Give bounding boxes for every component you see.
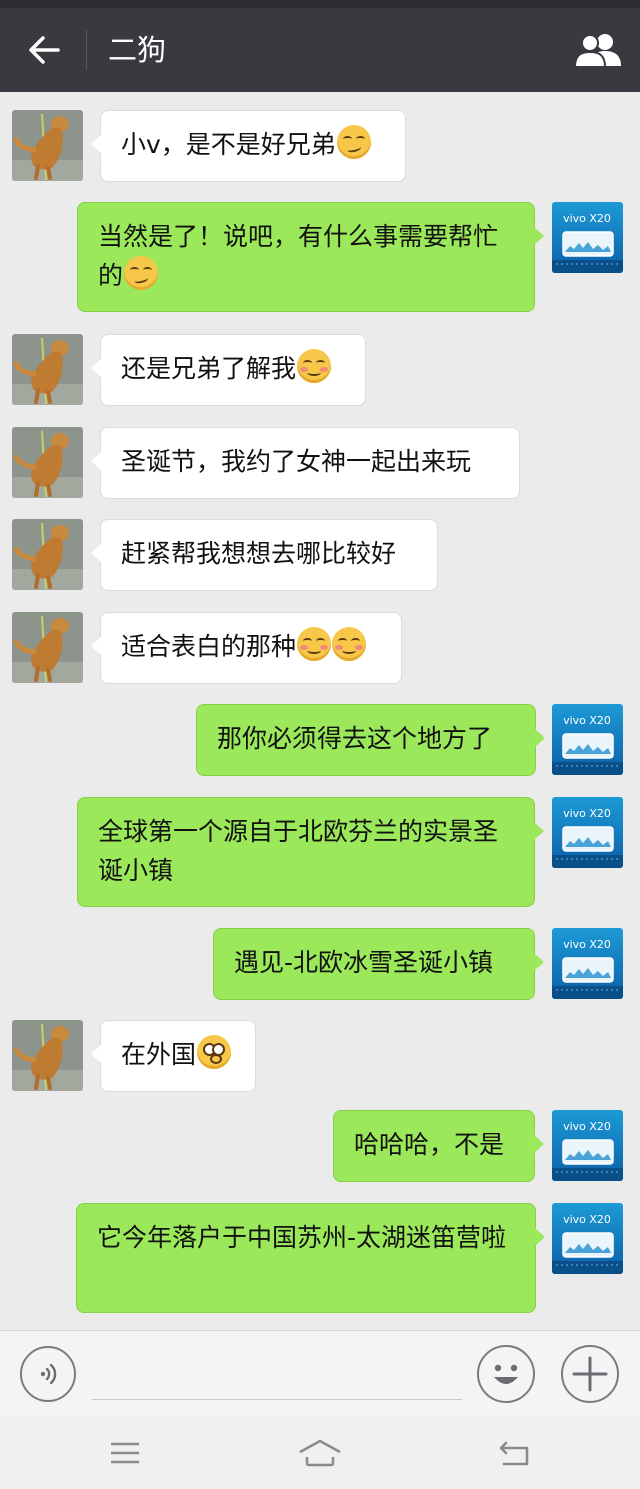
message-text: 适合表白的那种 bbox=[121, 632, 297, 661]
message-bubble[interactable]: 当然是了！说吧，有什么事需要帮忙的 bbox=[77, 202, 544, 312]
self-avatar[interactable]: vivo X20 bbox=[552, 797, 623, 868]
message-row: vivo X20 它今年落户于中国苏州-太湖迷笛营啦 bbox=[0, 1203, 640, 1313]
message-row: vivo X20 那你必须得去这个地方了 bbox=[0, 704, 640, 776]
message-row: 还是兄弟了解我 bbox=[0, 334, 640, 406]
blush-emoji-icon bbox=[332, 627, 367, 661]
chat-info-button[interactable] bbox=[572, 26, 624, 74]
message-row: 小v，是不是好兄弟 bbox=[0, 110, 640, 182]
message-bubble[interactable]: 赶紧帮我想想去哪比较好 bbox=[91, 519, 438, 591]
message-text: 当然是了！说吧，有什么事需要帮忙的 bbox=[98, 222, 499, 290]
message-row: vivo X20 遇见-北欧冰雪圣诞小镇 bbox=[0, 928, 640, 1000]
self-avatar[interactable]: vivo X20 bbox=[552, 1203, 623, 1274]
avatar-brand-text: vivo X20 bbox=[563, 938, 611, 951]
plus-icon bbox=[572, 1356, 608, 1392]
message-list[interactable]: 小v，是不是好兄弟 vivo X20 当然是了！说吧，有什么事需要帮忙的还是兄弟了解… bbox=[0, 92, 640, 1330]
arrow-left-icon bbox=[29, 36, 60, 64]
home-button[interactable] bbox=[290, 1428, 350, 1478]
self-avatar[interactable]: vivo X20 bbox=[552, 704, 623, 775]
emoji-button[interactable] bbox=[477, 1345, 535, 1403]
message-text: 那你必须得去这个地方了 bbox=[217, 724, 493, 753]
message-bubble[interactable]: 在外国 bbox=[91, 1020, 256, 1092]
message-row: vivo X20 全球第一个源自于北欧芬兰的实景圣诞小镇 bbox=[0, 797, 640, 907]
message-text: 遇见-北欧冰雪圣诞小镇 bbox=[234, 948, 494, 977]
message-row: 在外国 bbox=[0, 1020, 640, 1092]
nav-back-button[interactable] bbox=[485, 1428, 545, 1478]
input-underline bbox=[92, 1399, 462, 1400]
message-row: vivo X20 哈哈哈，不是 bbox=[0, 1110, 640, 1182]
people-icon bbox=[573, 34, 621, 68]
message-bubble[interactable]: 小v，是不是好兄弟 bbox=[91, 110, 406, 182]
message-bubble[interactable]: 圣诞节，我约了女神一起出来玩 bbox=[91, 427, 520, 499]
avatar-brand-text: vivo X20 bbox=[563, 212, 611, 225]
message-text: 全球第一个源自于北欧芬兰的实景圣诞小镇 bbox=[98, 817, 499, 885]
self-avatar[interactable]: vivo X20 bbox=[552, 928, 623, 999]
flushed-emoji-icon bbox=[197, 1035, 232, 1069]
blush-emoji-icon bbox=[297, 627, 332, 661]
message-bubble[interactable]: 适合表白的那种 bbox=[91, 612, 402, 684]
chat-title: 二狗 bbox=[108, 33, 167, 67]
smirk-emoji-icon bbox=[336, 125, 371, 159]
blush-emoji-icon bbox=[297, 349, 332, 383]
voice-icon bbox=[40, 1363, 57, 1385]
contact-avatar[interactable] bbox=[12, 1020, 83, 1091]
contact-avatar[interactable] bbox=[12, 612, 83, 683]
message-text: 还是兄弟了解我 bbox=[121, 354, 297, 383]
message-bubble[interactable]: 那你必须得去这个地方了 bbox=[196, 704, 545, 776]
message-text: 赶紧帮我想想去哪比较好 bbox=[121, 539, 397, 568]
self-avatar[interactable]: vivo X20 bbox=[552, 1110, 623, 1181]
message-bubble[interactable]: 哈哈哈，不是 bbox=[333, 1110, 544, 1182]
self-avatar[interactable]: vivo X20 bbox=[552, 202, 623, 273]
header-divider bbox=[86, 30, 87, 70]
message-row: 圣诞节，我约了女神一起出来玩 bbox=[0, 427, 640, 499]
message-row: vivo X20 当然是了！说吧，有什么事需要帮忙的 bbox=[0, 202, 640, 312]
contact-avatar[interactable] bbox=[12, 110, 83, 181]
message-text: 在外国 bbox=[121, 1040, 197, 1069]
avatar-brand-text: vivo X20 bbox=[563, 714, 611, 727]
message-bubble[interactable]: 遇见-北欧冰雪圣诞小镇 bbox=[213, 928, 544, 1000]
voice-button[interactable] bbox=[20, 1346, 76, 1402]
menu-button[interactable] bbox=[95, 1428, 155, 1478]
avatar-brand-text: vivo X20 bbox=[563, 1213, 611, 1226]
avatar-brand-text: vivo X20 bbox=[563, 807, 611, 820]
message-text: 圣诞节，我约了女神一起出来玩 bbox=[121, 447, 472, 476]
smirk-emoji-icon bbox=[124, 256, 159, 290]
message-row: 赶紧帮我想想去哪比较好 bbox=[0, 519, 640, 591]
back-button[interactable] bbox=[22, 28, 66, 72]
back-icon bbox=[499, 1441, 529, 1466]
home-icon bbox=[299, 1439, 341, 1467]
message-text: 哈哈哈，不是 bbox=[354, 1130, 505, 1159]
status-bar bbox=[0, 0, 640, 8]
message-bubble[interactable]: 全球第一个源自于北欧芬兰的实景圣诞小镇 bbox=[77, 797, 544, 907]
emoji-icon bbox=[494, 1364, 518, 1384]
contact-avatar[interactable] bbox=[12, 519, 83, 590]
contact-avatar[interactable] bbox=[12, 427, 83, 498]
message-input[interactable] bbox=[92, 1349, 466, 1399]
message-bubble[interactable]: 它今年落户于中国苏州-太湖迷笛营啦 bbox=[76, 1203, 545, 1313]
message-row: 适合表白的那种 bbox=[0, 612, 640, 684]
contact-avatar[interactable] bbox=[12, 334, 83, 405]
avatar-brand-text: vivo X20 bbox=[563, 1120, 611, 1133]
menu-icon bbox=[111, 1442, 139, 1464]
system-nav-bar bbox=[0, 1416, 640, 1489]
message-bubble[interactable]: 还是兄弟了解我 bbox=[91, 334, 366, 406]
message-text: 小v，是不是好兄弟 bbox=[121, 130, 336, 159]
top-bar: 二狗 bbox=[0, 8, 640, 92]
input-bar bbox=[0, 1330, 640, 1417]
more-button[interactable] bbox=[561, 1345, 619, 1403]
message-text: 它今年落户于中国苏州-太湖迷笛营啦 bbox=[97, 1223, 507, 1252]
